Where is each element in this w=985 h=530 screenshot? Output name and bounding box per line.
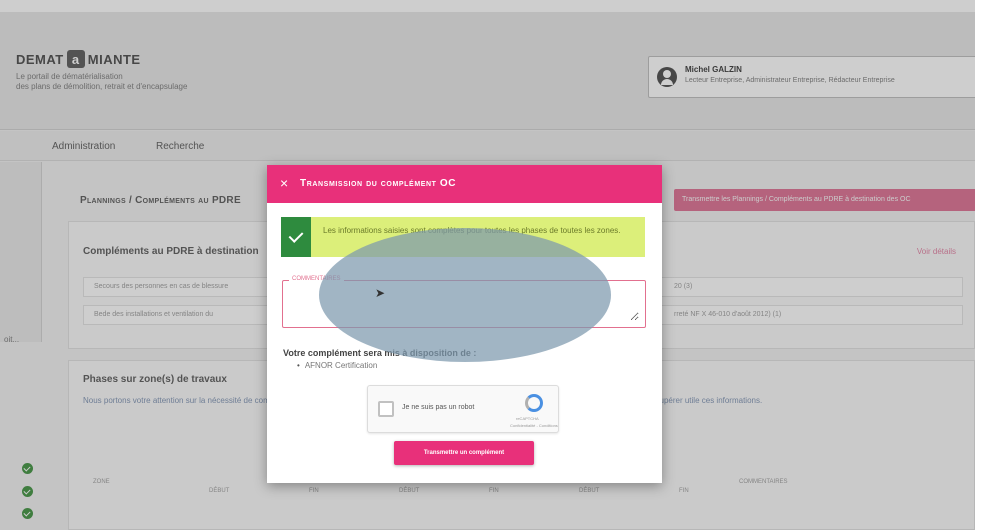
highlight-overlay: [319, 228, 611, 362]
captcha-checkbox[interactable]: [378, 401, 394, 417]
captcha-terms-link[interactable]: Confidentialité - Conditions: [510, 423, 558, 428]
submit-complement-button[interactable]: Transmettre un complément: [394, 441, 534, 465]
check-icon: [281, 217, 311, 257]
captcha-brand: reCAPTCHA: [516, 416, 539, 421]
right-edge: [975, 0, 985, 530]
modal-title: Transmission du complément OC: [300, 178, 457, 189]
dispo-item: AFNOR Certification: [297, 361, 377, 370]
mouse-cursor-icon: ➤: [375, 286, 386, 300]
recaptcha-icon: [525, 394, 543, 412]
modal-header: × Transmission du complément OC: [267, 165, 662, 203]
recaptcha-widget: Je ne suis pas un robot reCAPTCHA Confid…: [367, 385, 559, 433]
close-icon[interactable]: ×: [280, 175, 288, 191]
captcha-label: Je ne suis pas un robot: [402, 404, 475, 411]
